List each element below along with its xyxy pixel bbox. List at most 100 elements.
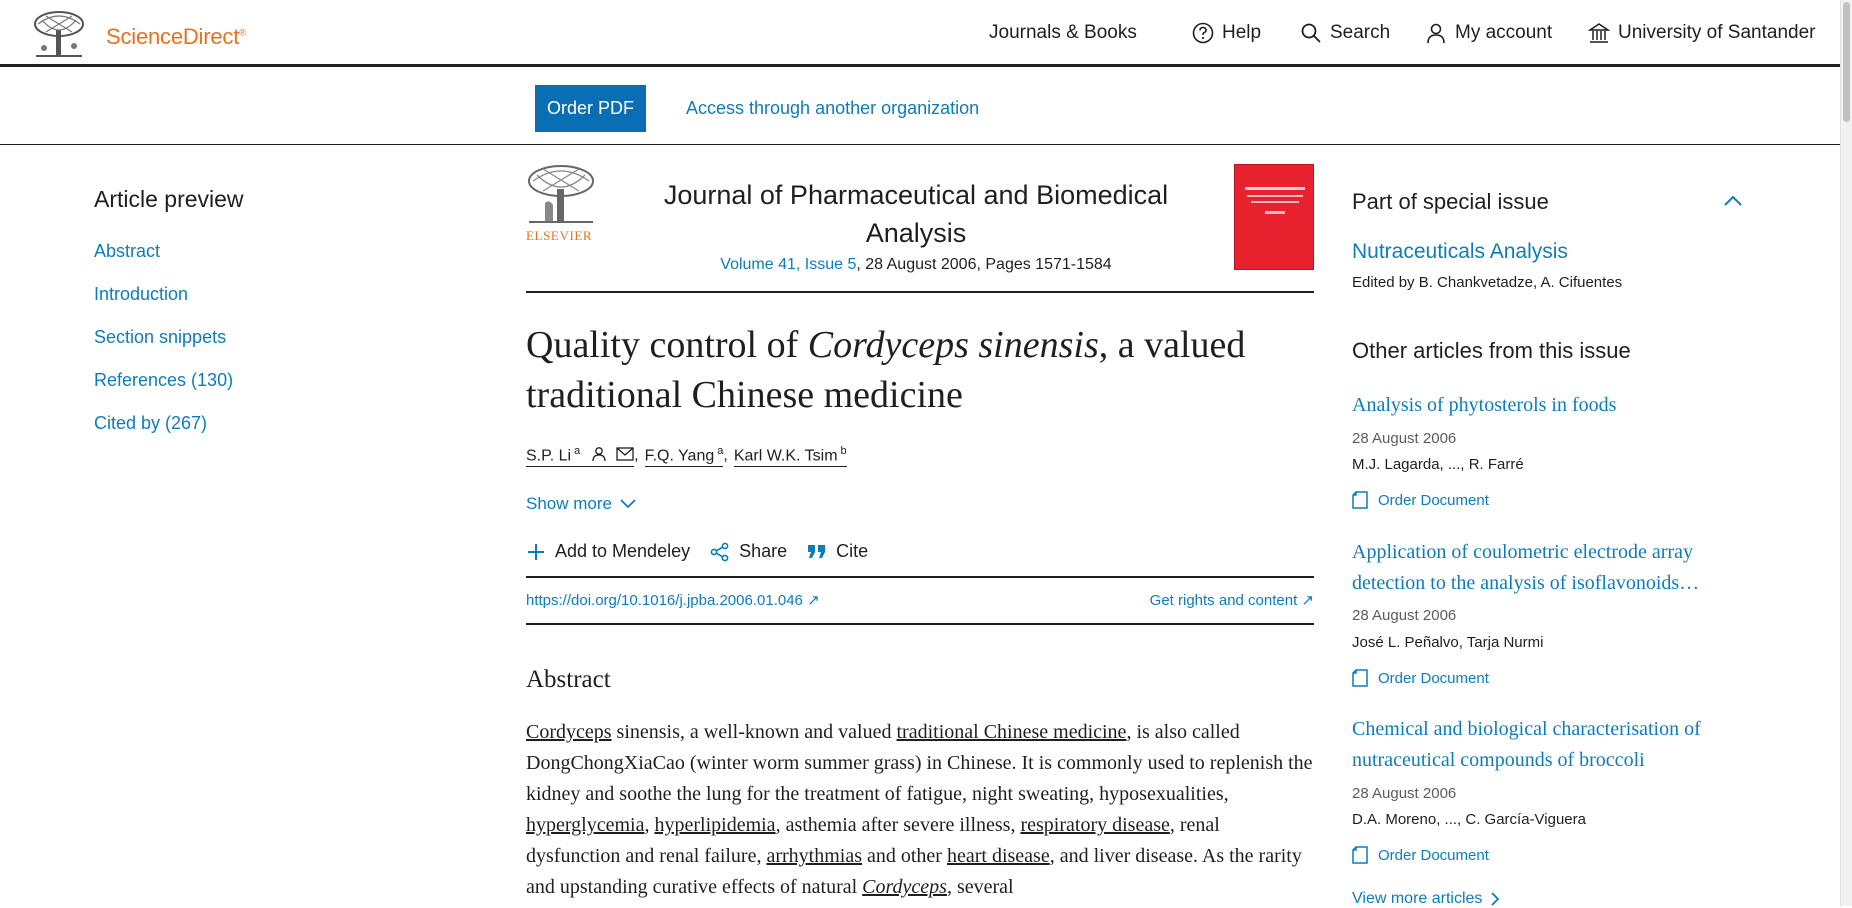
other-article-authors: D.A. Moreno, ..., C. García-Viguera xyxy=(1352,811,1586,828)
brand-registered-mark: ® xyxy=(239,27,246,38)
quote-icon xyxy=(808,544,826,558)
email-icon xyxy=(616,447,634,461)
view-more-articles-link[interactable]: View more articles xyxy=(1352,890,1500,908)
scrollbar[interactable] xyxy=(1840,0,1852,906)
nav-journals-books[interactable]: Journals & Books xyxy=(989,22,1137,44)
journal-title[interactable]: Journal of Pharmaceutical and Biomedical… xyxy=(640,176,1192,252)
share-button[interactable]: Share xyxy=(710,541,787,562)
term-link[interactable]: hyperglycemia xyxy=(526,814,644,836)
other-article-date: 28 August 2006 xyxy=(1352,430,1457,447)
title-text-1: Quality control of xyxy=(526,324,808,366)
author-list: S.P. Li a , F.Q. Yang a, Karl W.K. Tsim b xyxy=(526,445,847,468)
chevron-right-icon xyxy=(1491,892,1500,906)
nav-help-label: Help xyxy=(1222,22,1262,43)
other-articles-title: Other articles from this issue xyxy=(1352,338,1631,363)
journal-cover-image[interactable] xyxy=(1234,164,1314,270)
author-name: F.Q. Yang xyxy=(644,447,715,465)
sciencedirect-brand[interactable]: ScienceDirect® xyxy=(106,24,246,50)
elsevier-wordmark: ELSEVIER xyxy=(526,228,593,243)
author-name: Karl W.K. Tsim xyxy=(733,447,838,465)
chevron-down-icon xyxy=(620,499,636,509)
term-link[interactable]: Cordyceps xyxy=(862,876,947,898)
other-article-date: 28 August 2006 xyxy=(1352,607,1457,624)
term-link[interactable]: heart disease xyxy=(947,845,1050,867)
nav-account-label: My account xyxy=(1455,22,1553,43)
order-pdf-button[interactable]: Order PDF xyxy=(535,85,646,132)
get-rights-link[interactable]: Get rights and content ↗ xyxy=(1150,591,1314,609)
author-yang[interactable]: F.Q. Yang a xyxy=(644,445,724,468)
volume-details: , 28 August 2006, Pages 1571-1584 xyxy=(856,256,1112,273)
other-article-title[interactable]: Chemical and biological characterisation… xyxy=(1352,714,1762,776)
show-more-button[interactable]: Show more xyxy=(526,494,636,514)
user-icon xyxy=(1427,23,1445,44)
doi-link[interactable]: https://doi.org/10.1016/j.jpba.2006.01.0… xyxy=(526,591,820,609)
abstract-span: and other xyxy=(862,845,947,867)
author-name: S.P. Li xyxy=(526,447,572,465)
external-link-icon: ↗ xyxy=(807,592,820,609)
term-link[interactable]: respiratory disease xyxy=(1020,814,1169,836)
help-icon xyxy=(1192,22,1214,44)
toc-item-references[interactable]: References (130) xyxy=(94,370,233,391)
order-document-link[interactable]: Order Document xyxy=(1352,846,1489,864)
other-article-date: 28 August 2006 xyxy=(1352,785,1457,802)
elsevier-tree-logo-icon[interactable] xyxy=(32,10,86,60)
document-icon xyxy=(1352,846,1368,864)
nav-my-account[interactable]: My account xyxy=(1425,22,1552,44)
elsevier-logo-icon[interactable] xyxy=(525,163,597,226)
search-icon xyxy=(1301,23,1321,43)
external-link-icon: ↗ xyxy=(1301,592,1314,609)
author-separator: , xyxy=(723,447,728,465)
term-link[interactable]: hyperlipidemia xyxy=(654,814,775,836)
special-issue-title: Part of special issue xyxy=(1352,189,1549,214)
share-icon xyxy=(710,542,729,561)
toc-item-cited-by[interactable]: Cited by (267) xyxy=(94,413,207,434)
nav-institution[interactable]: University of Santander xyxy=(1588,22,1816,44)
add-to-mendeley-button[interactable]: Add to Mendeley xyxy=(526,541,690,562)
toc-item-abstract[interactable]: Abstract xyxy=(94,241,160,262)
view-more-label: View more articles xyxy=(1352,890,1483,907)
mendeley-label: Add to Mendeley xyxy=(555,541,691,561)
plus-icon xyxy=(528,543,544,560)
author-tsim[interactable]: Karl W.K. Tsim b xyxy=(733,445,847,468)
order-document-label: Order Document xyxy=(1378,669,1489,687)
toc-title: Article preview xyxy=(94,186,244,212)
affiliation-sup: b xyxy=(840,445,847,457)
person-icon xyxy=(592,447,606,462)
order-document-label: Order Document xyxy=(1378,491,1489,509)
author-separator: , xyxy=(634,447,639,465)
access-another-organization-link[interactable]: Access through another organization xyxy=(686,98,979,119)
document-icon xyxy=(1352,669,1368,687)
brand-text: ScienceDirect xyxy=(106,24,240,49)
toc-item-section-snippets[interactable]: Section snippets xyxy=(94,327,226,348)
abstract-text: Cordyceps sinensis, a well-known and val… xyxy=(526,717,1316,903)
other-article-title[interactable]: Application of coulometric electrode arr… xyxy=(1352,537,1762,599)
chevron-up-icon[interactable] xyxy=(1722,190,1744,212)
divider xyxy=(526,576,1314,578)
abstract-span: sinensis, a well-known and valued xyxy=(611,721,897,743)
article-title: Quality control of Cordyceps sinensis, a… xyxy=(526,320,1286,420)
toc-item-introduction[interactable]: Introduction xyxy=(94,284,188,305)
affiliation-sup: a xyxy=(574,445,581,457)
special-issue-link[interactable]: Nutraceuticals Analysis xyxy=(1352,240,1568,264)
other-article-title[interactable]: Analysis of phytosterols in foods xyxy=(1352,390,1762,421)
volume-issue-link[interactable]: Volume 41, Issue 5 xyxy=(720,256,856,273)
other-article-authors: M.J. Lagarda, ..., R. Farré xyxy=(1352,456,1524,473)
institution-icon xyxy=(1588,23,1610,43)
abstract-span: , asthemia after severe illness, xyxy=(775,814,1021,836)
order-document-link[interactable]: Order Document xyxy=(1352,491,1489,509)
term-link[interactable]: arrhythmias xyxy=(766,845,862,867)
term-link[interactable]: traditional Chinese medicine xyxy=(897,721,1127,743)
nav-search-label: Search xyxy=(1330,22,1391,43)
nav-search[interactable]: Search xyxy=(1300,22,1390,44)
volume-line: Volume 41, Issue 5, 28 August 2006, Page… xyxy=(640,256,1192,274)
cite-button[interactable]: Cite xyxy=(807,541,868,562)
title-italic: Cordyceps sinensis xyxy=(807,324,1099,366)
edited-by: Edited by B. Chankvetadze, A. Cifuentes xyxy=(1352,274,1623,291)
term-link[interactable]: Cordyceps xyxy=(526,721,612,743)
order-document-link[interactable]: Order Document xyxy=(1352,669,1489,687)
divider xyxy=(526,291,1314,293)
document-icon xyxy=(1352,491,1368,509)
author-li[interactable]: S.P. Li a xyxy=(526,445,635,468)
nav-help[interactable]: Help xyxy=(1192,22,1261,44)
scrollbar-thumb[interactable] xyxy=(1843,2,1850,122)
